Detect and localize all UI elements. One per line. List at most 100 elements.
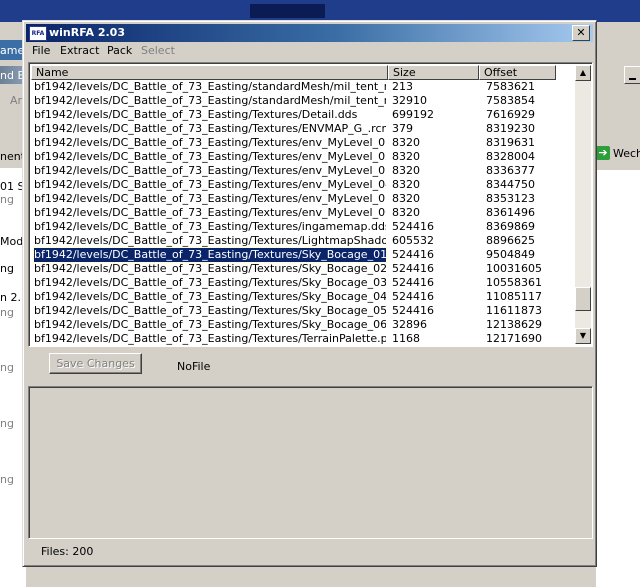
background-label: ng xyxy=(0,473,14,486)
table-row[interactable]: bf1942/levels/DC_Battle_of_73_Easting/Te… xyxy=(31,108,574,122)
cell-size: 8320 xyxy=(392,206,420,219)
winrfa-window: RFA winRFA 2.03 ✕ File Extract Pack Sele… xyxy=(22,20,597,567)
table-row[interactable]: bf1942/levels/DC_Battle_of_73_Easting/Te… xyxy=(31,150,574,164)
scroll-down-icon[interactable]: ▼ xyxy=(575,328,591,344)
cell-offset: 8328004 xyxy=(486,150,535,163)
background-wech-label: Wech xyxy=(613,147,640,160)
list-rows: bf1942/levels/DC_Battle_of_73_Easting/st… xyxy=(31,80,574,346)
background-taskbar xyxy=(0,0,640,22)
cell-size: 524416 xyxy=(392,262,434,275)
cell-offset: 8344750 xyxy=(486,178,535,191)
cell-size: 32910 xyxy=(392,94,427,107)
table-row[interactable]: bf1942/levels/DC_Battle_of_73_Easting/Te… xyxy=(31,136,574,150)
scroll-thumb[interactable] xyxy=(575,287,591,311)
cell-offset: 8896625 xyxy=(486,234,535,247)
table-row[interactable]: bf1942/levels/DC_Battle_of_73_Easting/Te… xyxy=(31,234,574,248)
close-button[interactable]: ✕ xyxy=(572,25,590,41)
cell-size: 524416 xyxy=(392,248,434,261)
background-label: ng xyxy=(0,417,14,430)
table-row[interactable]: bf1942/levels/DC_Battle_of_73_Easting/Te… xyxy=(31,164,574,178)
cell-size: 8320 xyxy=(392,178,420,191)
cell-name: bf1942/levels/DC_Battle_of_73_Easting/Te… xyxy=(34,262,386,275)
cell-name: bf1942/levels/DC_Battle_of_73_Easting/Te… xyxy=(34,332,386,345)
menu-pack[interactable]: Pack xyxy=(107,44,132,57)
table-row-selected[interactable]: bf1942/levels/DC_Battle_of_73_Easting/Te… xyxy=(31,247,574,263)
cell-size: 605532 xyxy=(392,234,434,247)
table-row[interactable]: bf1942/levels/DC_Battle_of_73_Easting/Te… xyxy=(31,192,574,206)
table-row[interactable]: bf1942/levels/DC_Battle_of_73_Easting/Te… xyxy=(31,220,574,234)
background-label: ng xyxy=(0,193,14,206)
cell-name: bf1942/levels/DC_Battle_of_73_Easting/Te… xyxy=(34,304,386,317)
background-label: ng xyxy=(0,361,14,374)
background-wech-button[interactable]: ➔ Wech xyxy=(594,144,640,164)
cell-offset: 7583621 xyxy=(486,80,535,93)
file-list[interactable]: Name Size Offset bf1942/levels/DC_Battle… xyxy=(28,62,593,347)
cell-offset: 8369869 xyxy=(486,220,535,233)
vertical-scrollbar[interactable]: ▲ ▼ xyxy=(575,65,591,344)
cell-offset: 12171690 xyxy=(486,332,542,345)
cell-offset: 11611873 xyxy=(486,304,542,317)
background-minimize-icon[interactable] xyxy=(624,66,640,84)
preview-panel xyxy=(28,386,593,539)
background-label: nd E xyxy=(0,69,25,82)
cell-name: bf1942/levels/DC_Battle_of_73_Easting/Te… xyxy=(34,164,386,177)
table-row[interactable]: bf1942/levels/DC_Battle_of_73_Easting/Te… xyxy=(31,290,574,304)
cell-name: bf1942/levels/DC_Battle_of_73_Easting/Te… xyxy=(34,206,386,219)
files-count-status: Files: 200 xyxy=(41,545,94,558)
menu-bar: File Extract Pack Select xyxy=(26,42,593,60)
app-icon[interactable]: RFA xyxy=(29,26,47,41)
cell-size: 699192 xyxy=(392,108,434,121)
table-row[interactable]: bf1942/levels/DC_Battle_of_73_Easting/Te… xyxy=(31,178,574,192)
table-row[interactable]: bf1942/levels/DC_Battle_of_73_Easting/st… xyxy=(31,94,574,108)
cell-size: 8320 xyxy=(392,150,420,163)
cell-size: 1168 xyxy=(392,332,420,345)
cell-offset: 7583854 xyxy=(486,94,535,107)
cell-size: 379 xyxy=(392,122,413,135)
table-row[interactable]: bf1942/levels/DC_Battle_of_73_Easting/Te… xyxy=(31,332,574,346)
cell-offset: 9504849 xyxy=(486,248,535,261)
scroll-up-icon[interactable]: ▲ xyxy=(575,65,591,81)
cell-size: 8320 xyxy=(392,192,420,205)
cell-offset: 8319631 xyxy=(486,136,535,149)
table-row[interactable]: bf1942/levels/DC_Battle_of_73_Easting/Te… xyxy=(31,276,574,290)
cell-offset: 12138629 xyxy=(486,318,542,331)
column-header-name[interactable]: Name xyxy=(31,65,388,80)
cell-offset: 10031605 xyxy=(486,262,542,275)
table-row[interactable]: bf1942/levels/DC_Battle_of_73_Easting/st… xyxy=(31,80,574,94)
table-row[interactable]: bf1942/levels/DC_Battle_of_73_Easting/Te… xyxy=(31,122,574,136)
cell-name: bf1942/levels/DC_Battle_of_73_Easting/Te… xyxy=(34,178,386,191)
file-status-label: NoFile xyxy=(177,360,211,373)
list-header: Name Size Offset xyxy=(31,65,574,80)
cell-name: bf1942/levels/DC_Battle_of_73_Easting/Te… xyxy=(34,276,386,289)
arrow-right-icon: ➔ xyxy=(596,146,610,160)
table-row[interactable]: bf1942/levels/DC_Battle_of_73_Easting/Te… xyxy=(31,262,574,276)
save-changes-button[interactable]: Save Changes xyxy=(49,353,142,374)
table-row[interactable]: bf1942/levels/DC_Battle_of_73_Easting/Te… xyxy=(31,304,574,318)
cell-offset: 8353123 xyxy=(486,192,535,205)
cell-name: bf1942/levels/DC_Battle_of_73_Easting/Te… xyxy=(34,192,386,205)
cell-size: 8320 xyxy=(392,164,420,177)
table-row[interactable]: bf1942/levels/DC_Battle_of_73_Easting/Te… xyxy=(31,318,574,332)
cell-name: bf1942/levels/DC_Battle_of_73_Easting/Te… xyxy=(34,318,386,331)
cell-offset: 11085117 xyxy=(486,290,542,303)
cell-name: bf1942/levels/DC_Battle_of_73_Easting/st… xyxy=(34,80,386,93)
background-label: Mod xyxy=(0,235,24,248)
cell-size: 524416 xyxy=(392,220,434,233)
background-label: ng xyxy=(0,262,14,275)
cell-name: bf1942/levels/DC_Battle_of_73_Easting/Te… xyxy=(34,108,358,121)
cell-size: 524416 xyxy=(392,276,434,289)
menu-file[interactable]: File xyxy=(32,44,50,57)
background-label: ame xyxy=(0,44,25,57)
menu-select[interactable]: Select xyxy=(141,44,175,57)
cell-size: 32896 xyxy=(392,318,427,331)
background-window-tab xyxy=(250,4,325,18)
cell-size: 213 xyxy=(392,80,413,93)
cell-offset: 8336377 xyxy=(486,164,535,177)
table-row[interactable]: bf1942/levels/DC_Battle_of_73_Easting/Te… xyxy=(31,206,574,220)
column-header-size[interactable]: Size xyxy=(388,65,479,80)
column-header-offset[interactable]: Offset xyxy=(479,65,556,80)
cell-name: bf1942/levels/DC_Battle_of_73_Easting/st… xyxy=(34,94,386,107)
cell-name: bf1942/levels/DC_Battle_of_73_Easting/Te… xyxy=(34,122,386,135)
menu-extract[interactable]: Extract xyxy=(60,44,99,57)
title-bar[interactable]: RFA winRFA 2.03 ✕ xyxy=(26,24,593,42)
